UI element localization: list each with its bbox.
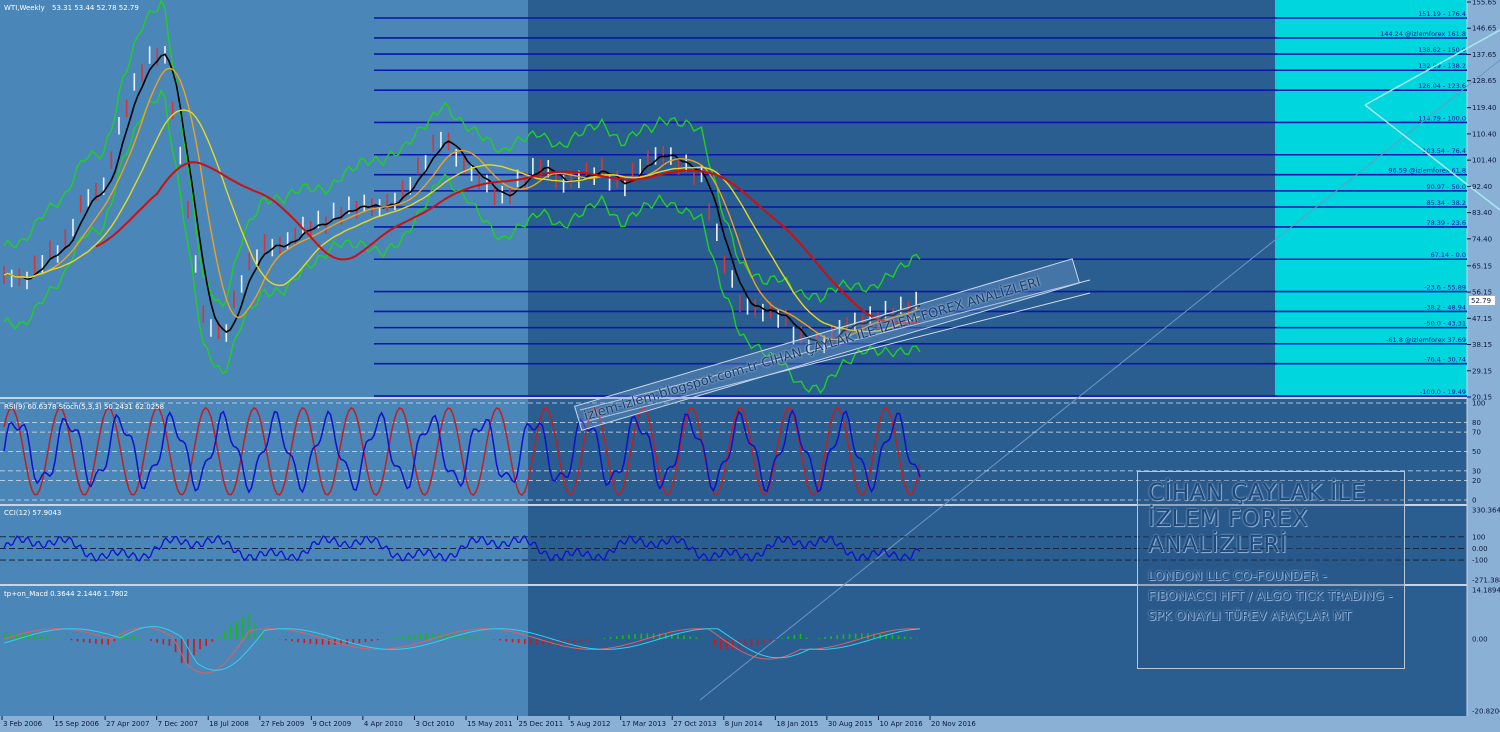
price-tick-label: 29.15: [1472, 367, 1492, 375]
price-tick-label: 65.15: [1472, 262, 1492, 270]
price-tick-label: 56.15: [1472, 289, 1492, 297]
price-tick-label: 119.40: [1472, 104, 1497, 112]
fib-level-label: 85.34 - 38.2: [1426, 199, 1466, 207]
price-tick-label: 47.15: [1472, 315, 1492, 323]
rsi-tick-label: 20: [1472, 477, 1481, 485]
fib-level-label: 78.39 - 23.6: [1426, 219, 1466, 227]
rsi-pane-title: RSI(9) 60.6378 Stoch(5,3,3) 50.2431 62.0…: [4, 403, 164, 411]
chart-window: 151.19 - 176.4 144.24 @izlemforex 161.8 13…: [0, 0, 1500, 732]
price-tick-label: 137.65: [1472, 51, 1497, 59]
price-tick-label: 83.40: [1472, 209, 1492, 217]
rsi-tick-label: 50: [1472, 448, 1481, 456]
price-tick-label: 74.40: [1472, 235, 1492, 243]
last-price-label: 52.79: [1471, 297, 1491, 305]
fib-level-label: 144.24 @izlemforex 161.8: [1380, 30, 1466, 38]
fib-level-label: -23.6 - 55.89: [1424, 284, 1466, 292]
rsi-tick-label: 100: [1472, 400, 1485, 408]
time-tick-label: 5 Aug 2012: [570, 720, 610, 728]
time-tick-label: 25 Dec 2011: [519, 720, 564, 728]
fib-level-label: 103.54 - 76.4: [1422, 147, 1466, 155]
cci-tick-label: -100: [1472, 557, 1488, 565]
price-tick-label: 38.15: [1472, 341, 1492, 349]
time-tick-label: 27 Feb 2009: [261, 720, 305, 728]
main-pane-title: WTI,Weekly: [4, 4, 45, 12]
macd-tick-label: 14.1894: [1472, 587, 1500, 595]
time-tick-label: 9 Oct 2009: [312, 720, 351, 728]
cci-tick-label: 0.00: [1472, 545, 1488, 553]
cci-tick-label: 100: [1472, 533, 1485, 541]
brand-box: CİHAN ÇAYLAK İLE İZLEM FOREX ANALİZLERİ …: [1137, 471, 1405, 669]
price-tick-label: 92.40: [1472, 183, 1492, 191]
rsi-tick-label: 80: [1472, 419, 1481, 427]
fib-level-label: 151.19 - 176.4: [1418, 10, 1466, 18]
cci-tick-label: -271.3887: [1472, 577, 1500, 585]
fib-level-label: 90.97 - 50.0: [1426, 183, 1466, 191]
fib-level-label: -61.8 @izlemforex 37.69: [1386, 336, 1466, 344]
time-tick-label: 15 Sep 2006: [55, 720, 100, 728]
cci-tick-label: 330.3649: [1472, 507, 1500, 515]
time-tick-label: 3 Oct 2010: [415, 720, 454, 728]
time-tick-label: 15 May 2011: [467, 720, 513, 728]
time-tick-label: 18 Jan 2015: [776, 720, 818, 728]
fib-level-label: 132.99 - 138.2: [1418, 62, 1466, 70]
brand-title: CİHAN ÇAYLAK İLE İZLEM FOREX ANALİZLERİ: [1148, 480, 1367, 558]
fib-level-label: -38.2 - 48.94: [1424, 303, 1466, 311]
price-tick-label: 155.65: [1472, 0, 1497, 7]
fib-level-label: 126.04 - 123.6: [1418, 82, 1466, 90]
time-tick-label: 30 Aug 2015: [828, 720, 873, 728]
macd-tick-label: 0.00: [1472, 636, 1488, 644]
rsi-tick-label: 0: [1472, 497, 1476, 505]
time-tick-label: 27 Apr 2007: [106, 720, 149, 728]
time-tick-label: 10 Apr 2016: [879, 720, 923, 728]
time-tick-label: 20 Nov 2016: [931, 720, 976, 728]
time-tick-label: 18 Jul 2008: [209, 720, 249, 728]
time-tick-label: 17 Mar 2013: [622, 720, 666, 728]
time-tick-label: 27 Oct 2013: [673, 720, 716, 728]
fib-level-label: 96.59 @izlemforex 61.8: [1388, 167, 1466, 175]
fib-level-label: -76.4 - 30.74: [1424, 356, 1466, 364]
price-tick-label: 128.65: [1472, 77, 1497, 85]
time-tick-label: 4 Apr 2010: [364, 720, 403, 728]
main-pane-ohlc: 53.31 53.44 52.78 52.79: [52, 4, 139, 12]
rsi-tick-label: 30: [1472, 467, 1481, 475]
time-tick-label: 7 Dec 2007: [158, 720, 198, 728]
macd-tick-label: -20.8204: [1472, 708, 1500, 716]
rsi-tick-label: 70: [1472, 429, 1481, 437]
fib-level-label: 67.14 - 0.0: [1431, 251, 1466, 259]
brand-subtitle: LONDON LLC CO-FOUNDER - FIBONACCI HFT / …: [1148, 568, 1393, 623]
macd-pane-title: tp+on_Macd 0.3644 2.1446 1.7802: [4, 590, 128, 598]
fib-level-label: -100.0 - 19.49: [1420, 388, 1466, 396]
cci-pane-title: CCI(12) 57.9043: [4, 509, 61, 517]
price-tick-label: 110.40: [1472, 130, 1497, 138]
price-tick-label: 101.40: [1472, 157, 1497, 165]
fib-level-label: -50.0 - 43.31: [1424, 320, 1466, 328]
time-tick-label: 3 Feb 2006: [3, 720, 43, 728]
time-tick-label: 8 Jun 2014: [725, 720, 763, 728]
price-tick-label: 146.65: [1472, 25, 1497, 33]
fib-level-label: 114.79 - 100.0: [1418, 114, 1466, 122]
